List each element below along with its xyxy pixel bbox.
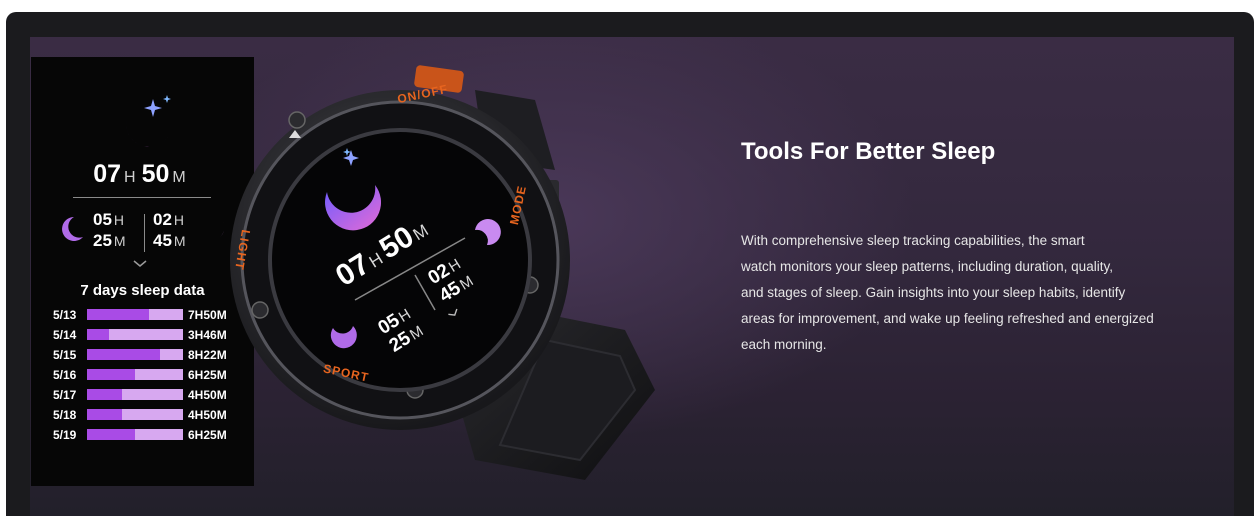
stage-b-hours: 02 [153, 210, 172, 229]
history-row: 5/18 4H50M [53, 405, 253, 425]
crescent-moon-icon [199, 216, 225, 247]
stage-a-hours: 05 [93, 210, 112, 229]
history-duration: 3H46M [188, 328, 227, 342]
history-date: 5/14 [53, 328, 77, 342]
vertical-divider [144, 214, 145, 252]
history-row: 5/16 6H25M [53, 365, 253, 385]
description-line: and stages of sleep. Gain insights into … [741, 285, 1126, 300]
history-bar-fill [87, 329, 110, 340]
history-bar [87, 369, 183, 380]
history-bar [87, 329, 183, 340]
total-hours-unit: H [124, 169, 136, 186]
history-row: 5/19 6H25M [53, 425, 253, 445]
history-bar-fill [87, 349, 160, 360]
total-minutes-unit: M [172, 169, 186, 186]
history-duration: 6H25M [188, 368, 227, 382]
history-bar [87, 409, 183, 420]
history-bar [87, 389, 183, 400]
history-row: 5/17 4H50M [53, 385, 253, 405]
history-duration: 7H50M [188, 308, 227, 322]
history-duration: 8H22M [188, 348, 227, 362]
divider [73, 197, 211, 198]
history-bar [87, 309, 183, 320]
total-hours: 07 [93, 160, 122, 188]
description-line: each morning. [741, 337, 827, 352]
stage-a-minutes: 25 [93, 231, 112, 250]
crescent-moon-icon [62, 216, 84, 247]
history-date: 5/15 [53, 348, 77, 362]
stage-a-duration: 05 H 25 M [93, 210, 149, 252]
chevron-down-icon[interactable] [133, 257, 147, 271]
history-bar-fill [87, 429, 135, 440]
feature-heading: Tools For Better Sleep [741, 138, 996, 165]
sleep-history-list: 5/13 7H50M 5/14 3H46M 5/15 8H22M 5/16 6H25M 5/17… [53, 305, 253, 445]
stage-b-hours-unit: H [173, 212, 185, 228]
history-bar [87, 429, 183, 440]
stage-b-minutes: 45 [153, 231, 172, 250]
history-row: 5/13 7H50M [53, 305, 253, 325]
history-bar-fill [87, 389, 122, 400]
history-date: 5/19 [53, 428, 77, 442]
sleep-data-panel: 07 H 50 M 05 H 25 M 02 H 45 M 7 days sleep data… [31, 57, 254, 486]
history-duration: 6H25M [188, 428, 227, 442]
description-line: areas for improvement, and wake up feeli… [741, 311, 1154, 326]
history-date: 5/16 [53, 368, 77, 382]
history-bar [87, 349, 183, 360]
history-duration: 4H50M [188, 408, 227, 422]
history-date: 5/17 [53, 388, 77, 402]
history-date: 5/18 [53, 408, 77, 422]
history-row: 5/14 3H46M [53, 325, 253, 345]
moon-stars-icon [119, 95, 179, 155]
total-sleep-time: 07 H 50 M [31, 160, 254, 189]
sleep-stage-split: 05 H 25 M 02 H 45 M [31, 210, 254, 256]
stage-a-minutes-unit: M [113, 233, 126, 249]
history-bar-fill [87, 309, 150, 320]
history-bar-fill [87, 409, 122, 420]
smartwatch-image: ON/OFF MODE LIGHT SPORT 07H50M 05H 25M 0… [225, 60, 665, 480]
description-line: watch monitors your sleep patterns, incl… [741, 259, 1113, 274]
history-bar-fill [87, 369, 135, 380]
history-duration: 4H50M [188, 388, 227, 402]
stage-a-hours-unit: H [113, 212, 125, 228]
feature-description: With comprehensive sleep tracking capabi… [741, 228, 1221, 358]
history-row: 5/15 8H22M [53, 345, 253, 365]
description-line: With comprehensive sleep tracking capabi… [741, 233, 1085, 248]
stage-b-minutes-unit: M [173, 233, 186, 249]
history-date: 5/13 [53, 308, 77, 322]
total-minutes: 50 [141, 160, 170, 188]
history-title: 7 days sleep data [80, 282, 205, 299]
